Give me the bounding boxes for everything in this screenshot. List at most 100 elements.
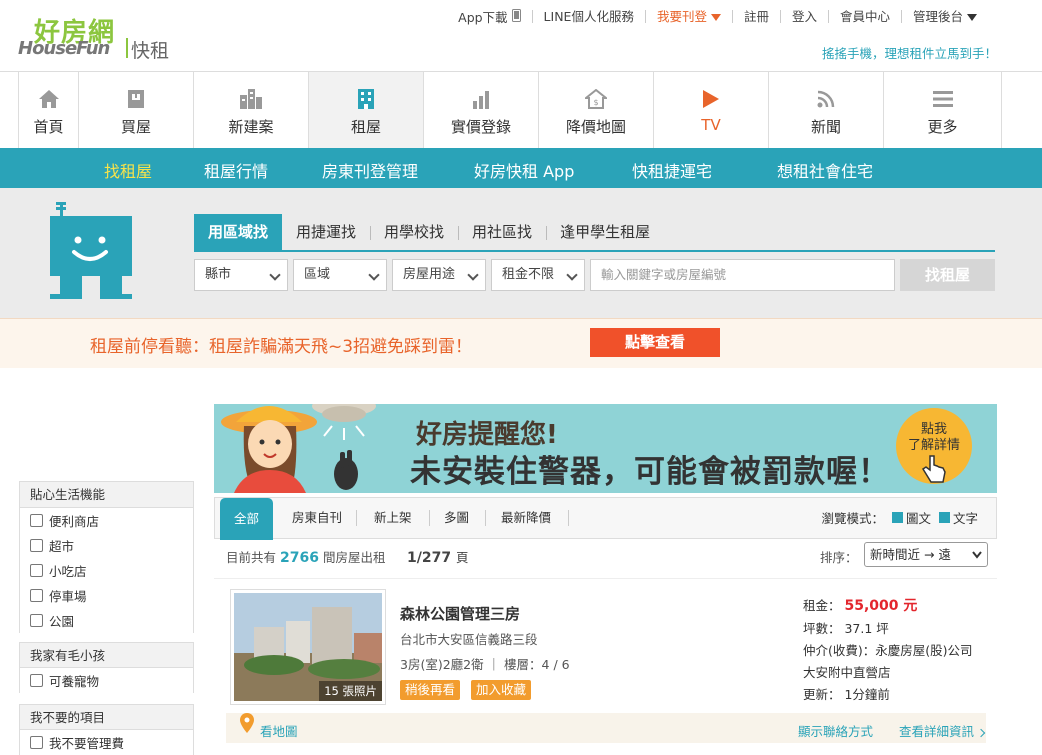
nav-new-projects[interactable]: 新建案	[194, 72, 309, 148]
filter-amenities: 貼心生活機能 便利商店 超市 小吃店 停車場 公園	[19, 481, 194, 633]
nav-price-drop-map[interactable]: $ 降價地圖	[539, 72, 654, 148]
subnav-app[interactable]: 好房快租 App	[474, 158, 574, 182]
tagline[interactable]: 搖搖手機，理想租件立馬到手！	[822, 43, 997, 62]
city-select[interactable]: 縣市	[194, 259, 288, 291]
nav-label: 降價地圖	[565, 118, 626, 136]
view-mode-label: 瀏覽模式：	[821, 511, 884, 526]
admin-link[interactable]: 管理後台	[901, 10, 988, 23]
subnav-rental-market[interactable]: 租屋行情	[204, 158, 268, 182]
page-unit: 頁	[455, 550, 469, 565]
search-panel	[0, 188, 1042, 318]
smoke-alarm-banner[interactable]: 好房提醒您! 未安裝住警器，可能會被罰款喔！ 點我 了解詳情	[214, 404, 997, 493]
rent-label: 租金：	[803, 598, 841, 613]
subnav-mrt[interactable]: 快租捷運宅	[632, 158, 712, 182]
subnav-find-rental[interactable]: 找租屋	[104, 158, 152, 182]
bar-chart-icon	[470, 88, 492, 110]
nav-tv[interactable]: TV	[654, 72, 769, 148]
price-house-icon: $	[585, 88, 607, 110]
filter-option[interactable]: 小吃店	[20, 558, 193, 583]
view-image-text[interactable]: 圖文	[906, 508, 931, 527]
nav-label: 買屋	[120, 118, 151, 136]
tab-more-photos[interactable]: 多圖	[444, 508, 469, 528]
line-service-link[interactable]: LINE個人化服務	[531, 10, 645, 23]
show-contact-link[interactable]: 顯示聯絡方式	[798, 721, 873, 740]
logo-sub: 快租	[131, 40, 170, 62]
nav-actual-price[interactable]: 實價登錄	[424, 72, 539, 148]
nav-label: TV	[701, 116, 721, 134]
view-map-link[interactable]: 看地圖	[260, 721, 298, 740]
checkbox[interactable]	[30, 589, 43, 602]
banner-button-line1: 點我	[920, 422, 947, 437]
subnav-social-housing[interactable]: 想租社會住宅	[777, 158, 873, 182]
filter-option[interactable]: 便利商店	[20, 508, 193, 533]
tab-price-drops[interactable]: 最新降價	[501, 508, 551, 528]
district-select[interactable]: 區域	[293, 259, 387, 291]
select-value: 區域	[304, 267, 331, 282]
post-listing-link[interactable]: 我要刊登	[644, 10, 732, 23]
result-count-bar: 目前共有 2766 間房屋出租 1/277 頁 排序： 新時間近 → 遠	[214, 539, 997, 571]
checkbox[interactable]	[30, 674, 43, 687]
listing-title[interactable]: 森林公園管理三房	[400, 603, 520, 624]
usage-select[interactable]: 房屋用途	[392, 259, 486, 291]
nav-label: 新建案	[228, 118, 274, 136]
photo-count: 15 張照片	[319, 681, 382, 701]
sort-select[interactable]: 新時間近 → 遠	[864, 542, 988, 567]
filter-option[interactable]: 停車場	[20, 583, 193, 608]
filter-option[interactable]: 公園	[20, 608, 193, 633]
view-details-link[interactable]: 查看詳細資訊	[899, 721, 986, 740]
view-text-only[interactable]: 文字	[953, 508, 978, 527]
page-indicator: 1/277 頁	[407, 547, 468, 566]
nav-home[interactable]: 首頁	[19, 72, 79, 148]
nav-buy[interactable]: 買屋	[79, 72, 194, 148]
tab-by-school[interactable]: 用學校找	[370, 214, 458, 250]
filter-option[interactable]: 我不要管理費	[20, 730, 193, 755]
register-link[interactable]: 註冊	[731, 10, 780, 23]
sort-value: 新時間近 → 遠	[870, 547, 951, 562]
tab-fengchia-student[interactable]: 逢甲學生租屋	[546, 214, 664, 250]
app-download-link[interactable]: App下載	[447, 9, 531, 24]
nav-rent[interactable]: 租屋	[309, 72, 424, 148]
checkbox[interactable]	[30, 614, 43, 627]
tab-by-community[interactable]: 用社區找	[458, 214, 546, 250]
chevron-down-icon	[269, 269, 281, 281]
page-number: 1/277	[407, 550, 452, 566]
checkbox[interactable]	[30, 514, 43, 527]
banner-details-button[interactable]: 點我 了解詳情	[896, 408, 972, 484]
add-favorite-button[interactable]: 加入收藏	[471, 680, 532, 700]
listing-card[interactable]: 15 張照片 森林公園管理三房 台北市大安區信義路三段 3房(室)2廳2衛 ｜ …	[214, 578, 997, 713]
chevron-down-icon	[566, 269, 578, 281]
filter-option[interactable]: 可養寵物	[20, 668, 193, 693]
search-button[interactable]: 找租屋	[900, 259, 995, 291]
listing-photo[interactable]: 15 張照片	[230, 589, 386, 705]
site-logo[interactable]: 好房網 HouseFun 快租	[18, 12, 188, 62]
tab-by-area[interactable]: 用區域找	[194, 214, 283, 250]
tab-by-mrt[interactable]: 用捷運找	[282, 214, 370, 250]
keyword-input[interactable]: 輸入關鍵字或房屋編號	[590, 259, 895, 291]
woman-illustration-icon	[221, 404, 376, 493]
caret-down-icon	[967, 14, 977, 21]
login-link[interactable]: 登入	[779, 10, 828, 23]
notice-button[interactable]: 點擊查看	[590, 328, 720, 357]
nav-news[interactable]: 新聞	[769, 72, 884, 148]
count-suffix: 間房屋出租	[322, 550, 386, 565]
tab-new-listings[interactable]: 新上架	[374, 508, 412, 528]
tab-all[interactable]: 全部	[220, 498, 274, 540]
tab-landlord-posted[interactable]: 房東自刊	[292, 508, 342, 528]
subnav-landlord[interactable]: 房東刊登管理	[322, 158, 418, 182]
view-later-button[interactable]: 稍後再看	[400, 680, 461, 700]
chevron-down-icon	[467, 269, 479, 281]
listing-footer: 看地圖 顯示聯絡方式 查看詳細資訊	[226, 713, 986, 743]
checkbox[interactable]	[30, 539, 43, 552]
nav-more[interactable]: 更多	[884, 72, 1002, 148]
checkbox[interactable]	[30, 564, 43, 577]
rent-select[interactable]: 租金不限	[491, 259, 585, 291]
filter-label: 公園	[49, 614, 75, 629]
notice-text[interactable]: 租屋前停看聽：租屋詐騙滿天飛~3招避免踩到雷！	[90, 332, 472, 357]
filter-title: 我家有毛小孩	[20, 642, 193, 668]
home-icon	[38, 88, 60, 110]
filter-option[interactable]: 超市	[20, 533, 193, 558]
tab-divider	[356, 510, 357, 526]
member-center-link[interactable]: 會員中心	[827, 10, 901, 23]
sort-label: 排序：	[820, 550, 858, 565]
checkbox[interactable]	[30, 736, 43, 749]
